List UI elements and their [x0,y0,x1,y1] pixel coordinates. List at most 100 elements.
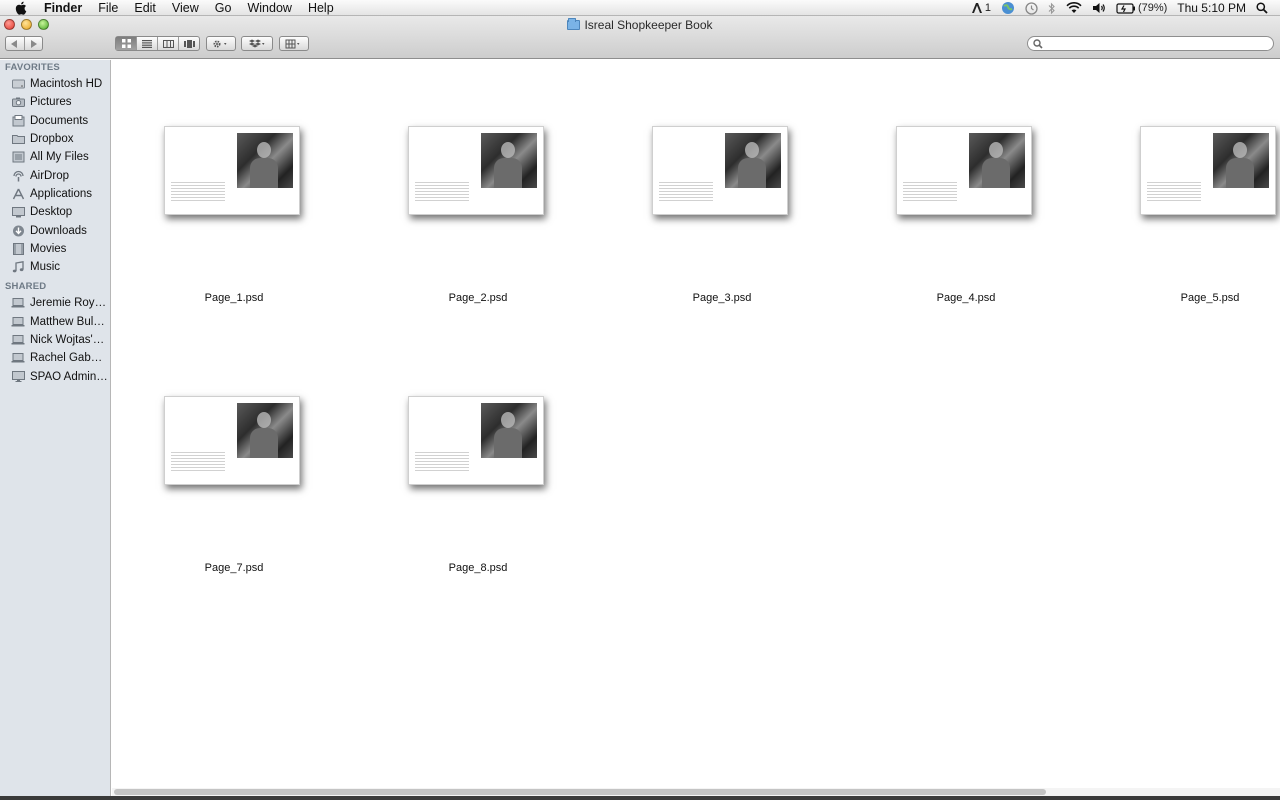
sidebar-item-label: Downloads [30,224,87,237]
portrait-photo [481,133,537,188]
forward-button[interactable] [25,37,43,50]
sidebar-item-downloads[interactable]: Downloads [0,221,110,239]
arrange-grid-icon [280,37,308,50]
sidebar-item-label: Matthew Bula'… [30,315,108,328]
caption-text-block [1147,182,1201,202]
menu-window[interactable]: Window [239,0,299,16]
action-menu-button[interactable] [206,36,236,51]
sidebar-item-all-my-files[interactable]: All My Files [0,148,110,166]
share-dropbox-button[interactable] [241,36,273,51]
sidebar-item-label: Documents [30,114,89,127]
sidebar-item-music[interactable]: Music [0,258,110,276]
menu-view[interactable]: View [164,0,207,16]
sidebar-item-dropbox[interactable]: Dropbox [0,130,110,148]
menu-help[interactable]: Help [300,0,342,16]
file-item-page-4[interactable]: Page_4.psd [844,60,1044,304]
menu-edit[interactable]: Edit [126,0,164,16]
laptop-icon [11,297,25,309]
file-name[interactable]: Page_1.psd [112,292,356,304]
list-view-button[interactable] [137,37,158,50]
sidebar-item-pictures[interactable]: Pictures [0,93,110,111]
sidebar-item-shared-spao[interactable]: SPAO Adminis… [0,367,110,385]
file-item-page-3[interactable]: Page_3.psd [600,60,800,304]
arrange-menu-button[interactable] [279,36,309,51]
caption-text-block [415,182,469,202]
laptop-icon [11,352,25,364]
file-item-page-7[interactable]: Page_7.psd [112,330,312,574]
sidebar: FAVORITES Macintosh HD Pictures Document… [0,60,111,800]
time-machine-icon[interactable] [1025,1,1038,15]
adobe-icon[interactable]: 1 [971,1,991,15]
sidebar-item-movies[interactable]: Movies [0,240,110,258]
scrollbar-thumb[interactable] [114,789,1046,795]
portrait-photo [237,403,293,458]
window-title-text: Isreal Shopkeeper Book [584,18,713,32]
apple-menu-icon[interactable] [14,1,28,15]
file-name[interactable]: Page_7.psd [112,562,356,574]
file-item-page-5[interactable]: Page_5.psd [1088,60,1280,304]
file-name[interactable]: Page_5.psd [1088,292,1280,304]
file-name[interactable]: Page_8.psd [356,562,600,574]
sidebar-item-shared-matthew[interactable]: Matthew Bula'… [0,313,110,331]
sidebar-item-shared-nick[interactable]: Nick Wojtas's… [0,331,110,349]
file-item-page-2[interactable]: Page_2.psd [356,60,556,304]
cover-flow-button[interactable] [179,37,199,50]
sidebar-item-airdrop[interactable]: AirDrop [0,166,110,184]
spotlight-icon[interactable] [1256,1,1268,15]
music-icon [11,261,25,273]
sidebar-item-shared-rachel[interactable]: Rachel Gabou… [0,349,110,367]
sidebar-item-label: Dropbox [30,133,74,146]
file-thumbnail[interactable] [164,396,300,485]
file-name[interactable]: Page_3.psd [600,292,844,304]
sidebar-shared-header: SHARED [5,281,47,293]
menu-go[interactable]: Go [207,0,240,16]
laptop-icon [11,334,25,346]
menu-finder[interactable]: Finder [38,0,90,16]
search-input[interactable] [1047,37,1267,50]
sidebar-item-shared-jeremie[interactable]: Jeremie Roy's… [0,294,110,312]
applications-icon [11,188,25,200]
icon-view-button[interactable] [116,37,137,50]
globe-sync-icon[interactable] [1001,1,1015,15]
hard-drive-icon [11,78,25,90]
battery-icon[interactable]: (79%) [1116,1,1167,15]
file-item-page-8[interactable]: Page_8.psd [356,330,556,574]
file-name[interactable]: Page_2.psd [356,292,600,304]
sidebar-item-label: Music [30,261,61,274]
display-icon [11,371,25,383]
sidebar-item-label: Macintosh HD [30,78,103,91]
file-thumbnail[interactable] [652,126,788,215]
search-field[interactable] [1027,36,1274,51]
sidebar-item-documents[interactable]: Documents [0,112,110,130]
menu-file[interactable]: File [90,0,126,16]
camera-icon [11,96,25,108]
clock[interactable]: Thu 5:10 PM [1177,1,1246,15]
sidebar-item-label: Movies [30,242,67,255]
folder-icon [11,133,25,145]
file-thumbnail[interactable] [1140,126,1276,215]
file-thumbnail[interactable] [164,126,300,215]
sidebar-item-label: AirDrop [30,169,69,182]
laptop-icon [11,316,25,328]
dropbox-icon [242,37,272,50]
downloads-icon [11,225,25,237]
column-view-button[interactable] [158,37,179,50]
volume-icon[interactable] [1092,1,1106,15]
file-name[interactable]: Page_4.psd [844,292,1088,304]
portrait-photo [237,133,293,188]
horizontal-scrollbar[interactable] [112,788,1280,796]
file-thumbnail[interactable] [896,126,1032,215]
bluetooth-icon[interactable] [1048,1,1056,15]
wifi-icon[interactable] [1066,1,1082,15]
sidebar-item-label: Desktop [30,206,73,219]
sidebar-item-applications[interactable]: Applications [0,185,110,203]
caption-text-block [171,452,225,472]
file-thumbnail[interactable] [408,126,544,215]
sidebar-item-desktop[interactable]: Desktop [0,203,110,221]
sidebar-item-macintosh-hd[interactable]: Macintosh HD [0,75,110,93]
file-thumbnail[interactable] [408,396,544,485]
desktop-icon [11,206,25,218]
sidebar-item-label: Rachel Gabou… [30,352,108,365]
back-button[interactable] [6,37,25,50]
file-item-page-1[interactable]: Page_1.psd [112,60,312,304]
